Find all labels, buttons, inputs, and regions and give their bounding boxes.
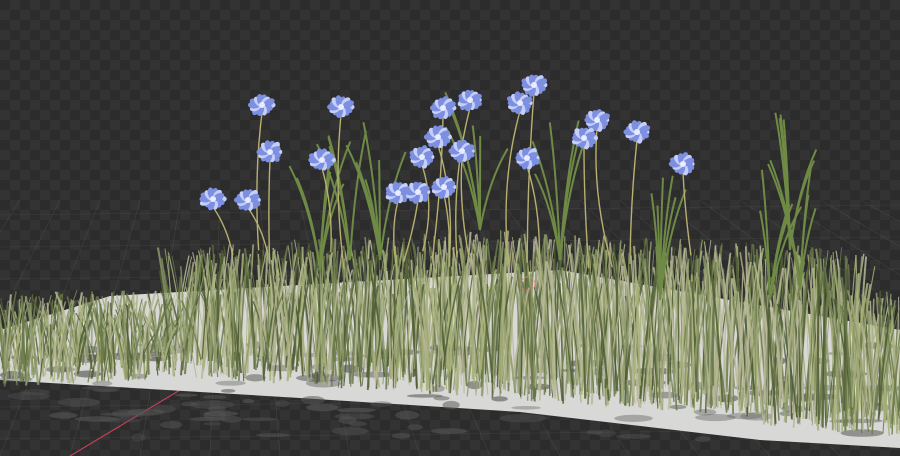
viewport-scene[interactable] bbox=[0, 0, 900, 456]
3d-viewport[interactable] bbox=[0, 0, 900, 456]
